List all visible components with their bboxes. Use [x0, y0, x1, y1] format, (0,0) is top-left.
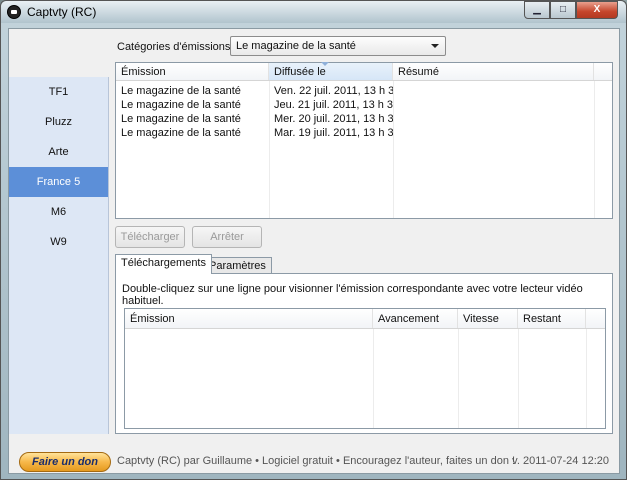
version-label: v. 2011-07-24 12:20 [512, 455, 609, 467]
row-summary [393, 113, 594, 127]
sidebar-item-w9[interactable]: W9 [9, 227, 108, 257]
window-title: Captvty (RC) [27, 5, 97, 19]
table-row[interactable]: Le magazine de la santé Ven. 22 juil. 20… [116, 85, 612, 99]
column-header-filler [586, 309, 605, 328]
sidebar-item-tf1[interactable]: TF1 [9, 77, 108, 107]
episodes-table: Émission Diffusée le Résumé Le magazine … [115, 62, 613, 219]
downloads-hint: Double-cliquez sur une ligne pour vision… [122, 283, 583, 307]
channel-sidebar: TF1 Pluzz Arte France 5 M6 W9 [9, 77, 109, 434]
window-controls: ▁ □ X [524, 1, 618, 19]
column-divider [586, 329, 587, 428]
app-icon [7, 5, 21, 19]
table-row[interactable]: Le magazine de la santé Jeu. 21 juil. 20… [116, 99, 612, 113]
downloads-table: Émission Avancement Vitesse Restant [124, 308, 606, 429]
maximize-button[interactable]: □ [550, 1, 576, 19]
column-header-remaining[interactable]: Restant [518, 309, 586, 328]
column-header-progress[interactable]: Avancement [373, 309, 458, 328]
column-header-date[interactable]: Diffusée le [269, 62, 393, 80]
column-divider [458, 329, 459, 428]
categories-dropdown[interactable]: Le magazine de la santé [230, 36, 446, 56]
row-summary [393, 85, 594, 99]
column-header-emission[interactable]: Émission [116, 63, 269, 80]
sidebar-item-france5[interactable]: France 5 [9, 167, 108, 197]
sidebar-item-pluzz[interactable]: Pluzz [9, 107, 108, 137]
row-date: Ven. 22 juil. 2011, 13 h 35 [274, 85, 393, 97]
categories-label: Catégories d'émissions : [117, 41, 237, 53]
column-divider [393, 81, 394, 218]
row-emission: Le magazine de la santé [121, 99, 241, 111]
column-divider [518, 329, 519, 428]
categories-selected-value: Le magazine de la santé [236, 40, 356, 52]
row-date: Mer. 20 juil. 2011, 13 h 35 [274, 113, 393, 125]
footer-credits: Captvty (RC) par Guillaume • Logiciel gr… [117, 455, 516, 467]
column-divider [269, 81, 270, 218]
app-window: Captvty (RC) ▁ □ X Catégories d'émission… [0, 0, 627, 480]
download-button[interactable]: Télécharger [115, 226, 185, 248]
column-header-speed[interactable]: Vitesse [458, 309, 518, 328]
tab-downloads[interactable]: Téléchargements [115, 254, 212, 274]
downloads-table-body [125, 329, 605, 428]
downloads-table-header: Émission Avancement Vitesse Restant [125, 309, 605, 329]
column-header-date-label: Diffusée le [274, 66, 326, 78]
column-header-emission[interactable]: Émission [125, 309, 373, 328]
sidebar-item-arte[interactable]: Arte [9, 137, 108, 167]
row-summary [393, 127, 594, 141]
table-row[interactable]: Le magazine de la santé Mer. 20 juil. 20… [116, 113, 612, 127]
sort-arrow-icon [321, 62, 329, 66]
row-emission: Le magazine de la santé [121, 127, 241, 139]
episodes-table-header: Émission Diffusée le Résumé [116, 62, 612, 81]
stop-button[interactable]: Arrêter [192, 226, 262, 248]
donate-button[interactable]: Faire un don [19, 452, 111, 472]
sidebar-item-m6[interactable]: M6 [9, 197, 108, 227]
row-emission: Le magazine de la santé [121, 85, 241, 97]
episodes-table-body: Le magazine de la santé Ven. 22 juil. 20… [116, 81, 612, 218]
downloads-panel: Double-cliquez sur une ligne pour vision… [115, 273, 613, 434]
table-row[interactable]: Le magazine de la santé Mar. 19 juil. 20… [116, 127, 612, 141]
column-header-filler [594, 63, 612, 80]
title-bar[interactable]: Captvty (RC) ▁ □ X [1, 1, 626, 23]
column-divider [373, 329, 374, 428]
client-area: Catégories d'émissions : Le magazine de … [8, 28, 620, 474]
column-divider [594, 81, 595, 218]
row-emission: Le magazine de la santé [121, 113, 241, 125]
minimize-button[interactable]: ▁ [524, 1, 550, 19]
row-summary [393, 99, 594, 113]
row-date: Jeu. 21 juil. 2011, 13 h 35 [274, 99, 393, 111]
chevron-down-icon [431, 44, 439, 48]
close-button[interactable]: X [576, 1, 618, 19]
column-header-summary[interactable]: Résumé [393, 63, 594, 80]
row-date: Mar. 19 juil. 2011, 13 h 35 [274, 127, 393, 139]
